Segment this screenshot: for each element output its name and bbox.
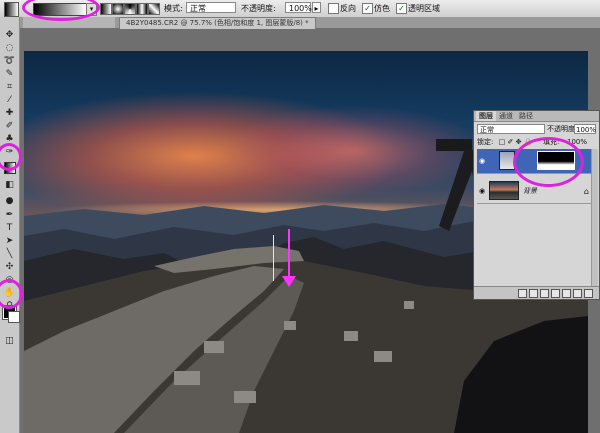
layers-scrollbar[interactable] <box>591 149 598 287</box>
layer-opacity-label: 不透明度: <box>547 125 578 133</box>
background-color-swatch[interactable] <box>8 311 20 323</box>
mode-select[interactable]: 正常 <box>186 2 236 13</box>
gradient-tool-preset-icon[interactable] <box>4 2 19 17</box>
3d-rotate-tool-icon[interactable]: ✣ <box>3 261 16 273</box>
tools-panel: ✥ ◌ ➰ ✎ ⌗ ⁄ ✚ ✐ ♣ ✑ ◧ ● ✒ T ➤ ╲ ✣ ◎ ✋ ⚲ … <box>0 17 20 433</box>
pen-tool-icon[interactable]: ✒ <box>3 209 16 221</box>
dither-checkbox[interactable]: ✓ <box>362 3 373 14</box>
new-group-icon[interactable] <box>562 289 571 298</box>
line-tool-icon[interactable]: ╲ <box>3 248 16 260</box>
opacity-input[interactable]: 100% <box>285 2 312 13</box>
layers-panel-footer <box>474 286 599 299</box>
marquee-tool-icon[interactable]: ◌ <box>3 42 16 54</box>
add-mask-icon[interactable] <box>540 289 549 298</box>
link-layers-icon[interactable] <box>518 289 527 298</box>
tab-channels[interactable]: 通道 <box>496 111 516 121</box>
lock-label: 锁定: <box>477 138 494 146</box>
tab-paths[interactable]: 路径 <box>516 111 536 121</box>
reflected-gradient-button[interactable] <box>136 3 148 15</box>
quick-mask-icon[interactable]: ◫ <box>3 335 16 347</box>
document-tab[interactable]: 4B2Y0485.CR2 @ 75.7% (色相/饱和度 1, 图层蒙版/8) … <box>119 17 316 29</box>
opacity-label: 不透明度: <box>241 4 276 13</box>
drag-direction-arrow <box>288 229 290 279</box>
angle-gradient-button[interactable] <box>124 3 136 15</box>
new-layer-icon[interactable] <box>573 289 582 298</box>
document-tab-bar: 4B2Y0485.CR2 @ 75.7% (色相/饱和度 1, 图层蒙版/8) … <box>19 17 600 29</box>
transparency-checkbox[interactable]: ✓ <box>396 3 407 14</box>
eraser-tool-icon[interactable]: ◧ <box>3 179 16 191</box>
blend-mode-select[interactable]: 正常 <box>477 124 545 134</box>
path-select-tool-icon[interactable]: ➤ <box>3 235 16 247</box>
layer-opacity-input[interactable]: 100% <box>574 124 596 134</box>
new-adjustment-layer-icon[interactable] <box>551 289 560 298</box>
gradient-guide-line <box>273 235 274 281</box>
reverse-checkbox[interactable] <box>328 3 339 14</box>
lock-image-icon[interactable]: ✐ <box>507 138 513 146</box>
quick-select-tool-icon[interactable]: ✎ <box>3 68 16 80</box>
drag-direction-arrowhead <box>282 276 296 287</box>
diamond-gradient-button[interactable] <box>148 3 160 15</box>
move-tool-icon[interactable]: ✥ <box>3 29 16 41</box>
transparency-label: 透明区域 <box>408 4 440 13</box>
type-tool-icon[interactable]: T <box>3 222 16 234</box>
brush-tool-icon[interactable]: ✐ <box>3 120 16 132</box>
highlight-layer-mask <box>513 137 584 187</box>
tab-layers[interactable]: 图层 <box>476 111 496 121</box>
radial-gradient-button[interactable] <box>112 3 124 15</box>
eyedropper-tool-icon[interactable]: ⁄ <box>3 94 16 106</box>
linear-gradient-button[interactable] <box>100 3 112 15</box>
lock-pixels-icon[interactable]: □ <box>499 138 506 146</box>
reverse-label: 反向 <box>340 4 356 13</box>
blend-row: 正常 不透明度: 100% <box>477 124 597 134</box>
dither-label: 仿色 <box>374 4 390 13</box>
lasso-tool-icon[interactable]: ➰ <box>3 55 16 67</box>
background-thumbnail <box>489 181 519 200</box>
delete-layer-icon[interactable] <box>584 289 593 298</box>
layer-style-icon[interactable] <box>529 289 538 298</box>
crop-tool-icon[interactable]: ⌗ <box>3 81 16 93</box>
dodge-tool-icon[interactable]: ● <box>3 195 16 207</box>
layer-name: 背景 <box>523 187 537 195</box>
layers-panel-tabs: 图层 通道 路径 <box>474 111 599 122</box>
eye-icon[interactable]: ◉ <box>478 187 486 195</box>
opacity-slider-button[interactable]: ▸ <box>312 2 321 13</box>
eye-icon[interactable]: ◉ <box>478 157 486 165</box>
lock-icon: ⌂ <box>583 187 589 196</box>
healing-brush-tool-icon[interactable]: ✚ <box>3 107 16 119</box>
mode-label: 模式: <box>164 4 183 13</box>
